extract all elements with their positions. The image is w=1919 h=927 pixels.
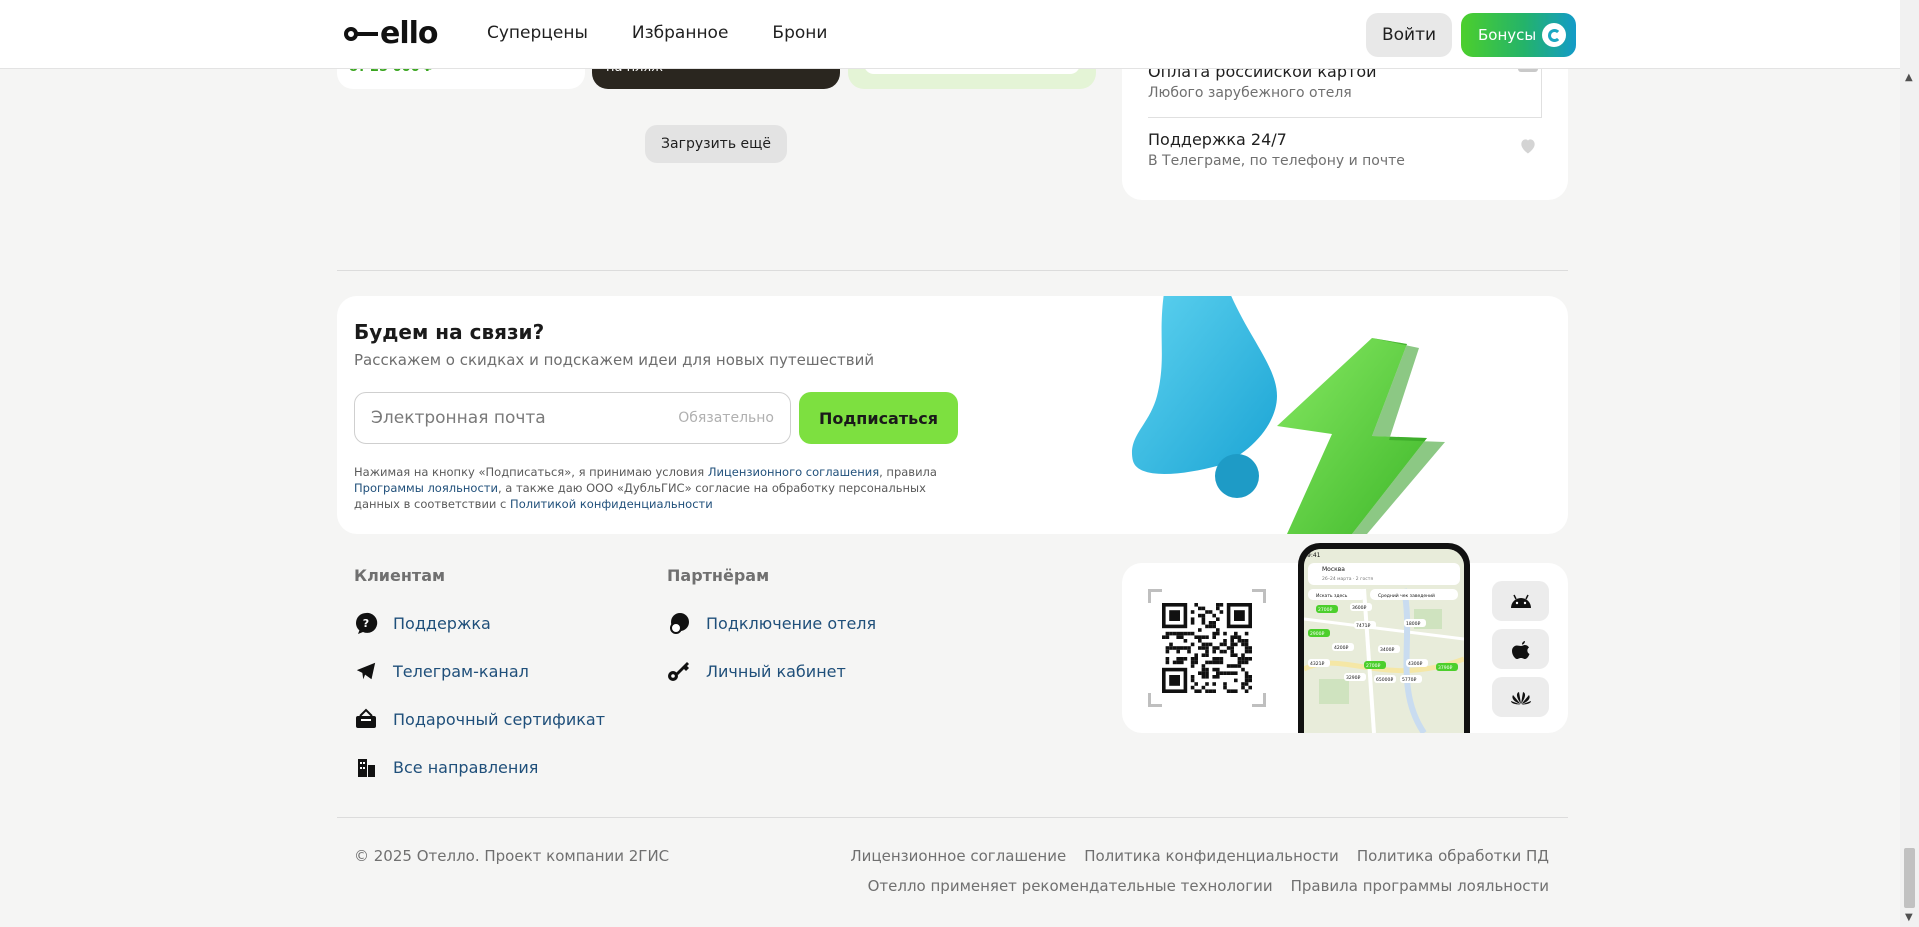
feature-subtitle: Любого зарубежного отеля: [1148, 85, 1352, 101]
map-price-label: 2900₽: [1310, 631, 1324, 637]
logo-text: ello: [380, 16, 439, 51]
clients-column-title: Клиентам: [354, 566, 446, 585]
phone-chip: Искать здесь: [1316, 593, 1348, 599]
map-price-label: 1800₽: [1406, 621, 1420, 627]
otello-logo[interactable]: ello: [344, 16, 439, 51]
legal-text: , правила: [879, 465, 937, 479]
site-header: ello Суперцены Избранное Брони Войти Бон…: [0, 0, 1900, 69]
app-qr-code[interactable]: [1148, 589, 1266, 707]
required-hint: Обязательно: [678, 410, 774, 426]
footer-link-label: Личный кабинет: [706, 661, 846, 681]
footer-link-hotel-connect[interactable]: Подключение отеля: [667, 611, 876, 635]
section-divider: [337, 270, 1568, 271]
main-nav: Суперцены Избранное Брони: [487, 23, 827, 43]
huawei-store-button[interactable]: [1492, 677, 1549, 717]
qr-code-icon: [1162, 603, 1252, 693]
legal-text: Нажимая на кнопку «Подписаться», я прини…: [354, 465, 708, 479]
phone-city: Москва: [1322, 566, 1345, 573]
svg-text:?: ?: [363, 617, 369, 630]
map-price-label: 5770₽: [1402, 677, 1416, 683]
key-icon: [667, 659, 691, 683]
footer-link-support[interactable]: ? Поддержка: [354, 611, 491, 635]
feature-title: Поддержка 24/7: [1148, 130, 1287, 149]
partners-column-title: Партнёрам: [667, 566, 770, 585]
nav-favorites[interactable]: Избранное: [632, 23, 729, 43]
map-price-label: 3290₽: [1346, 675, 1360, 681]
scroll-up-arrow-icon[interactable]: ▲: [1905, 72, 1913, 83]
nav-superprices[interactable]: Суперцены: [487, 23, 588, 43]
login-button[interactable]: Войти: [1366, 13, 1452, 57]
footer-link-telegram[interactable]: Телеграм-канал: [354, 659, 529, 683]
loyalty-rules-link[interactable]: Правила программы лояльности: [1291, 877, 1549, 895]
support-chat-icon: ?: [354, 611, 378, 635]
gift-icon: [354, 707, 378, 731]
copyright-text: © 2025 Отелло. Проект компании 2ГИС: [354, 847, 670, 865]
feature-subtitle: В Телеграме, по телефону и почте: [1148, 153, 1405, 169]
android-icon: [1510, 594, 1531, 608]
footer-link-gift-certificate[interactable]: Подарочный сертификат: [354, 707, 605, 731]
map-price-label: 3790₽: [1438, 665, 1452, 671]
hotel-connect-icon: [667, 611, 691, 635]
scroll-down-arrow-icon[interactable]: ▼: [1905, 912, 1913, 923]
personal-data-policy-link[interactable]: Политика обработки ПД: [1357, 847, 1549, 865]
bonus-coin-icon: [1542, 23, 1566, 47]
recommendation-tech-link[interactable]: Отелло применяет рекомендательные технол…: [868, 877, 1273, 895]
email-input[interactable]: [371, 393, 671, 443]
footer-link-label: Поддержка: [393, 613, 491, 633]
map-price-label: 65000₽: [1376, 677, 1393, 683]
scroll-thumb[interactable]: [1904, 848, 1915, 908]
footer-link-personal-cabinet[interactable]: Личный кабинет: [667, 659, 846, 683]
map-price-label: 2700₽: [1366, 663, 1380, 669]
features-panel: Оплата российской картой Любого зарубежн…: [1122, 60, 1568, 200]
footer-link-label: Подарочный сертификат: [393, 709, 606, 729]
apple-store-button[interactable]: [1492, 629, 1549, 669]
map-price-label: 3600₽: [1352, 605, 1366, 611]
footer-link-all-destinations[interactable]: Все направления: [354, 755, 538, 779]
privacy-policy-link[interactable]: Политика конфиденциальности: [1084, 847, 1339, 865]
subscribe-section: Будем на связи? Расскажем о скидках и по…: [337, 296, 1568, 534]
subscribe-title: Будем на связи?: [354, 320, 545, 344]
map-price-label: 4200₽: [1334, 645, 1348, 651]
subscribe-legal-text: Нажимая на кнопку «Подписаться», я прини…: [354, 464, 964, 512]
telegram-icon: [354, 659, 378, 683]
mobile-app-card: 9:41 Москва 26–24 марта · 2 гостя Искать…: [1122, 543, 1568, 733]
phone-map-screen: 9:41 Москва 26–24 марта · 2 гостя Искать…: [1304, 549, 1464, 733]
bonus-label: Бонусы: [1478, 26, 1537, 44]
license-agreement-link[interactable]: Лицензионное соглашение: [850, 847, 1066, 865]
heart-icon: [1521, 139, 1535, 154]
phone-chip: Средний чек заведений: [1378, 592, 1435, 599]
phone-dates: 26–24 марта · 2 гостя: [1322, 576, 1373, 582]
license-agreement-link[interactable]: Лицензионного соглашения: [708, 465, 879, 479]
map-price-label: 4321₽: [1310, 661, 1324, 667]
map-price-label: 3400₽: [1380, 647, 1394, 653]
page-scrollbar[interactable]: ▲ ▼: [1900, 0, 1919, 927]
apple-icon: [1511, 640, 1529, 659]
huawei-icon: [1510, 692, 1531, 705]
feature-support: Поддержка 24/7 В Телеграме, по телефону …: [1148, 130, 1542, 169]
key-logo-icon: [344, 26, 378, 42]
loyalty-program-link[interactable]: Программы лояльности: [354, 481, 498, 495]
subscribe-description: Расскажем о скидках и подскажем идеи для…: [354, 351, 875, 369]
bonus-button[interactable]: Бонусы: [1461, 13, 1576, 57]
footer-legal-row-1: Лицензионное соглашение Политика конфиде…: [850, 847, 1549, 865]
footer-link-label: Все направления: [393, 757, 539, 777]
bell-and-lightning-illustration: [1131, 296, 1445, 534]
email-field[interactable]: Обязательно: [354, 392, 791, 444]
map-price-label: 4300₽: [1408, 661, 1422, 667]
footer-legal-row-2: Отелло применяет рекомендательные технол…: [868, 877, 1549, 895]
svg-text:9:41: 9:41: [1307, 552, 1321, 559]
phone-mockup: 9:41 Москва 26–24 марта · 2 гостя Искать…: [1298, 543, 1470, 733]
map-price-label: 2700₽: [1318, 607, 1332, 613]
subscribe-button[interactable]: Подписаться: [799, 392, 958, 444]
nav-bookings[interactable]: Брони: [772, 23, 827, 43]
footer-divider: [337, 817, 1568, 818]
footer-link-label: Подключение отеля: [706, 613, 877, 633]
android-store-button[interactable]: [1492, 581, 1549, 621]
buildings-icon: [354, 755, 378, 779]
footer-link-label: Телеграм-канал: [393, 661, 529, 681]
privacy-policy-link[interactable]: Политикой конфиденциальности: [510, 497, 713, 511]
load-more-button[interactable]: Загрузить ещё: [645, 125, 787, 163]
map-price-label: 7471₽: [1356, 623, 1370, 629]
